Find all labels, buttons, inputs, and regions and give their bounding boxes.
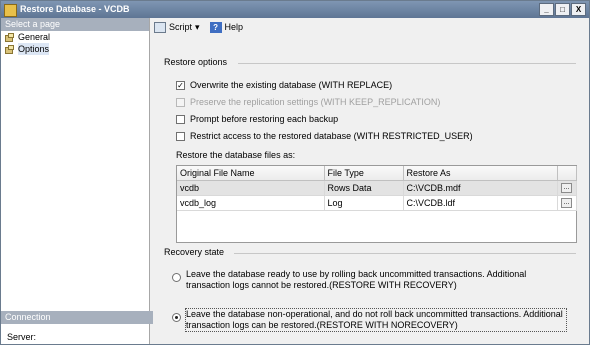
radio-button-selected[interactable] [172,313,181,322]
table-row[interactable]: vcdb Rows Data C:\VCDB.mdf ... [177,180,577,196]
radio-label: Leave the database ready to use by rolli… [186,269,527,290]
original-file-cell[interactable]: vcdb [177,180,325,196]
checkbox-checked[interactable]: ✓ [176,80,185,90]
select-page-header: Select a page [1,18,149,31]
column-header-browse [557,166,577,181]
page-icon [5,44,15,54]
page-item-general[interactable]: General [1,31,149,43]
column-header[interactable]: File Type [324,166,404,181]
help-icon: ? [209,21,222,33]
files-label: Restore the database files as: [176,150,296,160]
page-icon [5,32,15,42]
window-title: Restore Database - VCDB [20,4,130,14]
group-divider [234,253,576,254]
window-controls: _ □ X [539,3,586,16]
restore-options-title: Restore options [164,57,228,67]
page-item-label: General [18,32,51,42]
options-panel: Restore options ✓ Overwrite the existing… [150,37,589,344]
overwrite-checkbox[interactable]: ✓ Overwrite the existing database (WITH … [176,80,392,90]
database-icon [4,4,17,17]
option-label: Preserve the replication settings (WITH … [190,97,441,107]
file-type-cell[interactable]: Rows Data [324,180,404,196]
option-label: Overwrite the existing database (WITH RE… [190,80,393,90]
server-label: Server: [7,332,37,342]
checkbox[interactable] [176,114,185,124]
original-file-cell[interactable]: vcdb_log [177,195,325,211]
browse-button[interactable]: ... [561,183,572,193]
prompt-checkbox[interactable]: Prompt before restoring each backup [176,114,338,124]
browse-button[interactable]: ... [561,198,572,208]
page-item-options[interactable]: Options [1,43,149,55]
close-button[interactable]: X [571,3,586,16]
restore-as-cell[interactable]: C:\VCDB.mdf [403,180,558,196]
restrict-access-checkbox[interactable]: Restrict access to the restored database… [176,131,473,141]
recovery-state-title: Recovery state [164,247,225,257]
restore-with-recovery-radio[interactable]: Leave the database ready to use by rolli… [172,269,566,291]
preserve-replication-checkbox: Preserve the replication settings (WITH … [176,97,440,107]
checkbox[interactable] [176,131,185,141]
title-bar: Restore Database - VCDB _ □ X [1,1,589,18]
option-label: Restrict access to the restored database… [190,131,473,141]
grid-header-row: Original File Name File Type Restore As [177,166,577,181]
table-row[interactable]: vcdb_log Log C:\VCDB.ldf ... [177,195,577,211]
script-button[interactable]: Script ▾ [154,21,200,33]
restore-database-window: Restore Database - VCDB _ □ X Select a p… [0,0,590,345]
chevron-down-icon[interactable]: ▾ [195,22,200,33]
checkbox-disabled [176,97,185,107]
restore-with-norecovery-radio[interactable]: Leave the database non-operational, and … [172,308,567,332]
browse-cell: ... [557,180,577,196]
help-label: Help [224,22,244,32]
option-label: Prompt before restoring each backup [190,114,339,124]
toolbar: Script ▾ ? Help [150,18,589,36]
column-header[interactable]: Original File Name [177,166,325,181]
group-divider [238,63,576,64]
page-item-label: Options [18,43,50,55]
radio-label: Leave the database non-operational, and … [185,308,567,332]
minimize-button[interactable]: _ [539,3,554,16]
restore-files-grid[interactable]: Original File Name File Type Restore As … [176,165,577,243]
browse-cell: ... [557,195,577,211]
restore-as-cell[interactable]: C:\VCDB.ldf [403,195,558,211]
script-label: Script [169,22,193,32]
maximize-button[interactable]: □ [555,3,570,16]
file-type-cell[interactable]: Log [324,195,404,211]
radio-button[interactable] [172,273,181,282]
help-button[interactable]: ? Help [209,21,244,33]
left-pane: Select a page General Options Connection… [1,18,153,344]
script-icon [154,21,166,33]
connection-header: Connection [1,311,153,324]
column-header[interactable]: Restore As [403,166,558,181]
